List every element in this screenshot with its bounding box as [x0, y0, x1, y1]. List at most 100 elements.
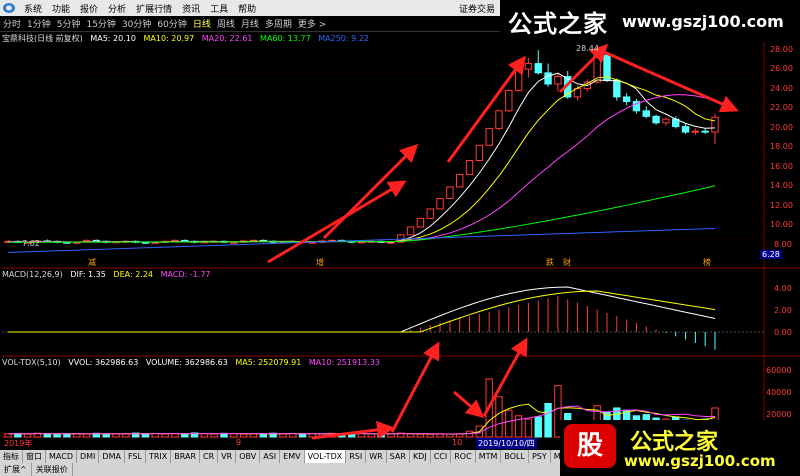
vvol-label: VVOL: 362986.63 — [68, 358, 139, 367]
volume-bar — [161, 433, 169, 438]
price-tick: 22.00 — [770, 103, 793, 112]
stock-chart[interactable] — [0, 0, 800, 476]
watermark-bottom: 股 公式之家 www.gszj100.com — [560, 420, 800, 476]
indicator-tab-窗口[interactable]: 窗口 — [23, 450, 46, 463]
volume-bar — [505, 409, 513, 438]
macd-panel — [2, 286, 764, 350]
low-price-label: 7.62 — [22, 239, 40, 248]
indicator-tab-asi[interactable]: ASI — [260, 450, 281, 463]
cursor-date-badge: 2019/10/10/四 — [476, 438, 537, 449]
macd-tick: 0.00 — [774, 328, 792, 337]
macd-legend: MACD(12,26,9) DIF: 1.35 DEA: 2.24 MACD: … — [2, 270, 216, 282]
candle-body — [436, 197, 444, 210]
vol-ma10-label: MA10: 251913.33 — [308, 358, 380, 367]
annotation-arrow — [446, 55, 526, 163]
indicator-tab-brar[interactable]: BRAR — [171, 450, 201, 463]
volume-bar — [416, 433, 425, 438]
price-tick: 14.00 — [770, 181, 793, 190]
tab-related-quotes[interactable]: 关联报价 — [32, 463, 73, 476]
volume-bar — [210, 433, 218, 438]
candle-body — [652, 115, 660, 124]
volume-bar — [82, 433, 91, 438]
candle-body — [514, 68, 523, 91]
high-price-label: 28.44 — [576, 44, 599, 53]
time-month-10: 10 — [452, 438, 463, 447]
ma-lines — [7, 72, 716, 253]
vol-tick: 60000 — [766, 366, 792, 375]
candle-body — [681, 126, 690, 133]
event-mark[interactable]: 减 — [88, 257, 96, 269]
event-mark[interactable]: 榜 — [703, 257, 711, 269]
indicator-tab-kdj[interactable]: KDJ — [410, 450, 431, 463]
time-month-9: 9 — [236, 438, 242, 447]
candle-body — [406, 226, 415, 236]
indicator-tab-sar[interactable]: SAR — [387, 450, 410, 463]
ma5-label: MA5: 20.10 — [90, 34, 136, 43]
volume-bar — [406, 433, 415, 438]
dea-line — [8, 290, 716, 333]
volume-bar — [436, 433, 444, 438]
volume-bar — [239, 433, 248, 438]
volume-bar — [53, 433, 61, 438]
volume-bar — [387, 433, 395, 438]
indicator-tab-trix[interactable]: TRIX — [146, 450, 172, 463]
volume-label: VOLUME: 362986.63 — [145, 358, 228, 367]
volume-bar — [367, 433, 376, 438]
indicator-tab-vr[interactable]: VR — [218, 450, 237, 463]
candles — [4, 50, 719, 245]
volume-bar — [259, 433, 267, 438]
indicator-tab-boll[interactable]: BOLL — [501, 450, 529, 463]
indicator-tab-rsi[interactable]: RSI — [346, 450, 367, 463]
indicator-tab-fsl[interactable]: FSL — [125, 450, 146, 463]
candle-body — [691, 130, 700, 133]
indicator-tab-roc[interactable]: ROC — [451, 450, 476, 463]
indicator-tab-mtm[interactable]: MTM — [476, 450, 502, 463]
indicator-tab-cr[interactable]: CR — [200, 450, 219, 463]
current-price-badge: 6.28 — [760, 250, 782, 259]
ma10-label: MA10: 20.97 — [143, 34, 195, 43]
ma20-label: MA20: 22.61 — [201, 34, 253, 43]
event-mark[interactable]: 增 — [316, 257, 324, 269]
price-tick: 8.00 — [774, 240, 792, 249]
volume-bar — [426, 433, 434, 438]
event-mark[interactable]: 跌 — [546, 257, 554, 269]
volume-bar — [495, 396, 503, 438]
indicator-tab-psy[interactable]: PSY — [529, 450, 551, 463]
volume-bar — [181, 433, 189, 438]
indicator-tab-dma[interactable]: DMA — [99, 450, 125, 463]
indicator-tab-obv[interactable]: OBV — [236, 450, 261, 463]
event-mark[interactable]: 财 — [563, 257, 571, 269]
candle-body — [711, 116, 719, 133]
indicator-tab-dmi[interactable]: DMI — [77, 450, 100, 463]
watermark-badge: 股 — [564, 424, 616, 468]
vol-title: VOL-TDX(5,10) — [2, 358, 61, 367]
indicator-tab-cci[interactable]: CCI — [431, 450, 452, 463]
stock-title: 宝鼎科技(日线 前复权) — [2, 34, 83, 43]
macd-title: MACD(12,26,9) — [2, 270, 63, 279]
vol-tick: 20000 — [766, 410, 792, 419]
volume-bar — [544, 403, 552, 438]
annotation-arrow — [390, 341, 440, 433]
candle-body — [475, 144, 484, 162]
candle-body — [642, 110, 650, 117]
price-tick: 26.00 — [770, 64, 793, 73]
candle-body — [495, 110, 503, 129]
indicator-tab-emv[interactable]: EMV — [280, 450, 305, 463]
watermark-top-url: www.gszj100.com — [622, 11, 784, 31]
watermark-top: 公式之家 www.gszj100.com — [500, 0, 800, 42]
indicator-tab-macd[interactable]: MACD — [46, 450, 77, 463]
volume-bar — [141, 433, 150, 438]
candle-body — [622, 96, 631, 103]
candle-body — [701, 130, 709, 133]
indicator-tab-wr[interactable]: WR — [366, 450, 387, 463]
indicator-tab-vol-tdx[interactable]: VOL-TDX — [304, 450, 347, 463]
volume-bar — [279, 433, 287, 438]
price-tick: 16.00 — [770, 162, 793, 171]
ma10-line — [7, 76, 716, 243]
candle-body — [534, 63, 542, 74]
ma60-line — [7, 185, 716, 243]
dea-label: DEA: 2.24 — [113, 270, 154, 279]
indicator-tab-指标[interactable]: 指标 — [0, 450, 23, 463]
candle-body — [465, 160, 474, 175]
tab-extend[interactable]: 扩展^ — [0, 463, 32, 476]
